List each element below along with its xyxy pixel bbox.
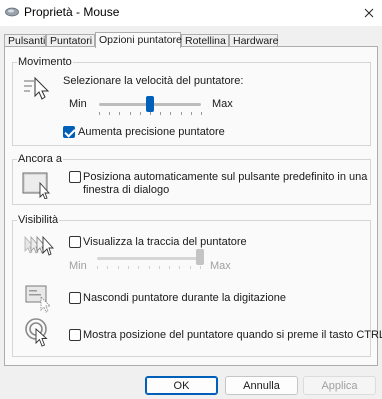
snap-to-button-icon xyxy=(22,172,51,199)
cancel-button[interactable]: Annulla xyxy=(225,376,298,395)
visibility-group-label: Visibilità xyxy=(17,214,60,227)
hide-while-typing-checkbox[interactable] xyxy=(69,292,81,304)
precision-checkbox[interactable] xyxy=(63,126,75,138)
show-location-ctrl-label: Mostra posizione del puntatore quando si… xyxy=(83,329,382,341)
speed-slider-tick xyxy=(139,112,141,115)
apply-button[interactable]: Applica xyxy=(303,376,376,395)
trails-slider-track[interactable] xyxy=(97,257,200,260)
trails-slider-tick xyxy=(169,266,171,269)
speed-label: Selezionare la velocità del puntatore: xyxy=(63,75,244,87)
precision-label: Aumenta precisione puntatore xyxy=(78,126,225,138)
pointer-location-icon xyxy=(25,318,48,347)
close-button[interactable] xyxy=(356,0,382,26)
window-title: Proprietà - Mouse xyxy=(24,5,120,19)
movement-group: Movimento Selezionare la velocità del pu… xyxy=(12,56,371,146)
tab-opzioni-puntatore[interactable]: Opzioni puntatore xyxy=(95,32,182,48)
close-icon xyxy=(364,8,374,18)
speed-slider-tick xyxy=(160,112,162,115)
snap-to-group: Ancora a Posiziona automaticamente sul p… xyxy=(12,153,371,205)
show-location-ctrl-checkbox[interactable] xyxy=(69,329,81,341)
speed-slider-tick xyxy=(201,112,202,115)
speed-slider-tick xyxy=(109,112,111,115)
trails-slider-tick xyxy=(97,266,98,269)
speed-slider-tick xyxy=(99,112,100,115)
trails-label: Visualizza la traccia del puntatore xyxy=(83,236,247,248)
visibility-group: Visibilità Visualizza la traccia del pun… xyxy=(12,214,382,357)
trails-min-label: Min xyxy=(69,260,87,272)
speed-slider-tick xyxy=(190,112,192,115)
speed-slider-tick xyxy=(129,112,131,115)
trails-slider-tick xyxy=(179,266,181,269)
trails-slider-tick xyxy=(127,266,129,269)
mouse-icon xyxy=(5,7,19,17)
speed-slider-tick xyxy=(119,112,121,115)
speed-min-label: Min xyxy=(69,98,87,110)
tab-panel: Movimento Selezionare la velocità del pu… xyxy=(4,46,382,366)
trails-slider-thumb[interactable] xyxy=(196,249,204,265)
speed-slider-tick xyxy=(170,112,172,115)
trails-slider-tick xyxy=(200,266,201,269)
speed-max-label: Max xyxy=(212,98,233,110)
tab-strip: Pulsanti Puntatori Opzioni puntatore Rot… xyxy=(4,32,378,48)
speed-slider-tick xyxy=(180,112,182,115)
speed-slider-thumb[interactable] xyxy=(146,96,154,112)
snap-to-label-line1: Posiziona automaticamente sul pulsante p… xyxy=(83,171,368,183)
pointer-trails-icon xyxy=(24,235,55,256)
hide-pointer-icon xyxy=(25,285,52,313)
snap-to-checkbox[interactable] xyxy=(69,171,81,183)
pointer-speed-icon xyxy=(24,76,50,100)
trails-slider-tick xyxy=(138,266,140,269)
trails-checkbox[interactable] xyxy=(69,236,81,248)
ok-button[interactable]: OK xyxy=(145,376,218,395)
snap-to-label-line2: finestra di dialogo xyxy=(83,184,170,196)
hide-while-typing-label: Nascondi puntatore durante la digitazion… xyxy=(83,292,287,304)
trails-slider-tick xyxy=(107,266,109,269)
trails-slider-tick xyxy=(117,266,119,269)
speed-slider-tick xyxy=(150,112,151,115)
movement-group-label: Movimento xyxy=(17,56,73,69)
trails-slider-tick xyxy=(189,266,191,269)
title-bar: Proprietà - Mouse xyxy=(0,0,382,26)
trails-slider-tick xyxy=(158,266,160,269)
trails-slider-tick xyxy=(148,266,150,269)
snap-to-group-label: Ancora a xyxy=(17,153,64,166)
trails-max-label: Max xyxy=(210,260,231,272)
